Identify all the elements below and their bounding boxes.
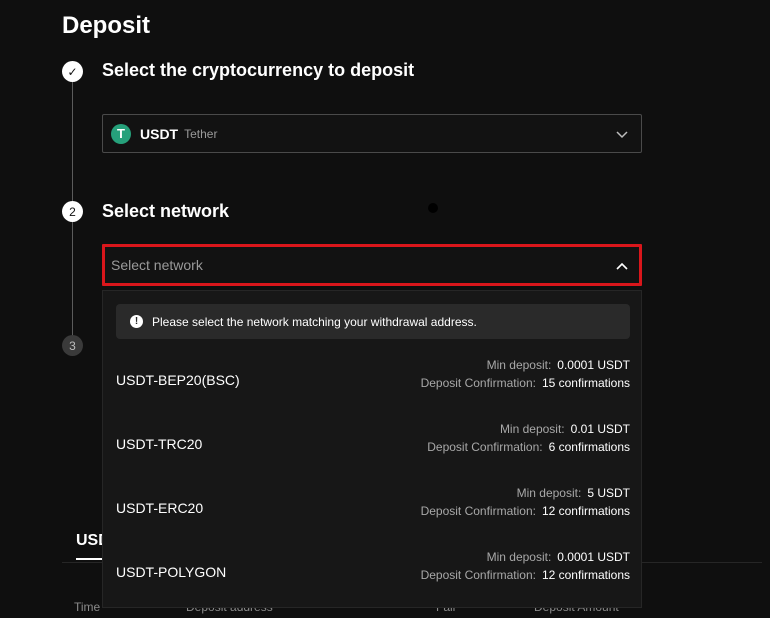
info-icon: ! bbox=[130, 315, 143, 328]
coin-symbol: USDT bbox=[140, 125, 179, 142]
network-option-name: USDT-BEP20(BSC) bbox=[116, 372, 240, 388]
page-title: Deposit bbox=[62, 12, 151, 39]
network-notice: ! Please select the network matching you… bbox=[116, 304, 630, 339]
confirmation-value: 15 confirmations bbox=[541, 376, 630, 390]
min-deposit-value: 0.01 USDT bbox=[570, 422, 630, 436]
min-deposit-label: Min deposit: bbox=[486, 550, 552, 564]
min-deposit-label: Min deposit: bbox=[516, 486, 582, 500]
chevron-up-icon bbox=[616, 262, 628, 270]
network-option-polygon[interactable]: USDT-POLYGON Min deposit: 0.0001 USDT Dep… bbox=[103, 540, 641, 604]
coin-name: Tether bbox=[184, 126, 218, 141]
column-header-time: Time bbox=[74, 600, 101, 614]
network-option-erc20[interactable]: USDT-ERC20 Min deposit: 5 USDT Deposit Co… bbox=[103, 476, 641, 540]
min-deposit-label: Min deposit: bbox=[499, 422, 565, 436]
tab-underline bbox=[76, 558, 102, 560]
confirmation-label: Deposit Confirmation: bbox=[420, 568, 536, 582]
network-option-name: USDT-POLYGON bbox=[116, 564, 227, 580]
cursor-dot bbox=[428, 203, 438, 213]
chevron-down-icon bbox=[616, 131, 628, 139]
network-option-meta: Min deposit: 5 USDT Deposit Confirmation:… bbox=[421, 484, 630, 520]
tether-logo-icon: T bbox=[111, 123, 131, 144]
step-1-title: Select the cryptocurrency to deposit bbox=[102, 60, 415, 80]
min-deposit-label: Min deposit: bbox=[486, 358, 552, 372]
network-option-meta: Min deposit: 0.0001 USDT Deposit Confirma… bbox=[421, 548, 630, 584]
min-deposit-value: 0.0001 USDT bbox=[557, 358, 630, 372]
confirmation-label: Deposit Confirmation: bbox=[420, 504, 536, 518]
min-deposit-value: 5 USDT bbox=[587, 486, 630, 500]
confirmation-label: Deposit Confirmation: bbox=[420, 376, 536, 390]
confirmation-label: Deposit Confirmation: bbox=[427, 440, 543, 454]
network-option-bep20[interactable]: USDT-BEP20(BSC) Min deposit: 0.0001 USDT … bbox=[103, 348, 641, 412]
network-select[interactable]: Select network bbox=[102, 244, 642, 286]
confirmation-value: 12 confirmations bbox=[541, 568, 630, 582]
network-option-name: USDT-TRC20 bbox=[116, 436, 203, 452]
step-1-check-icon: ✓ bbox=[62, 61, 83, 82]
confirmation-value: 12 confirmations bbox=[541, 504, 630, 518]
network-option-meta: Min deposit: 0.01 USDT Deposit Confirmati… bbox=[427, 420, 630, 456]
network-select-placeholder: Select network bbox=[111, 257, 203, 273]
network-option-trc20[interactable]: USDT-TRC20 Min deposit: 0.01 USDT Deposit… bbox=[103, 412, 641, 476]
step-3-number: 3 bbox=[62, 335, 83, 356]
confirmation-value: 6 confirmations bbox=[548, 440, 630, 454]
network-dropdown: ! Please select the network matching you… bbox=[102, 290, 642, 608]
step-2-number: 2 bbox=[62, 201, 83, 222]
coin-select[interactable]: T USDT Tether bbox=[102, 114, 642, 153]
network-option-name: USDT-ERC20 bbox=[116, 500, 204, 516]
min-deposit-value: 0.0001 USDT bbox=[557, 550, 630, 564]
notice-text: Please select the network matching your … bbox=[152, 314, 477, 329]
network-option-meta: Min deposit: 0.0001 USDT Deposit Confirma… bbox=[421, 356, 630, 392]
step-2-title: Select network bbox=[102, 201, 230, 221]
